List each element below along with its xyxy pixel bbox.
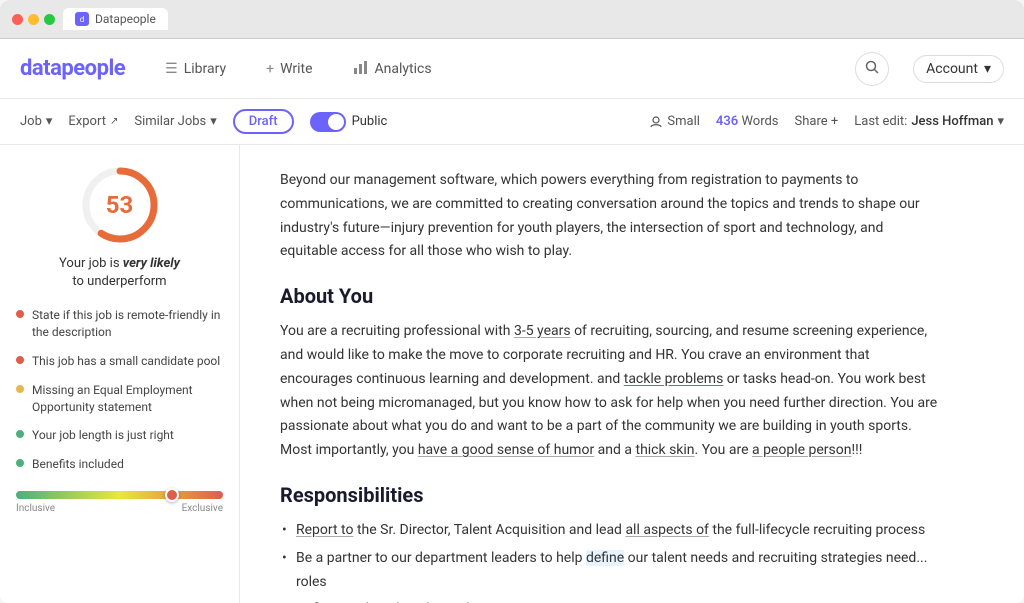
all-aspects-link: all aspects of [625,522,708,538]
similar-jobs-chevron-icon: ▾ [210,114,217,129]
checklist: State if this job is remote-friendly in … [16,307,223,473]
words-number: 436 [716,114,738,129]
score-label: Your job is very likelyto underperform [59,255,180,291]
humor-link: have a good sense of humor [418,442,594,458]
nav-analytics[interactable]: Analytics [345,55,440,83]
maximize-dot[interactable] [44,14,55,25]
yellow-bullet-icon [16,385,24,393]
job-chevron-icon: ▾ [46,114,53,129]
app-container: datapeople ☰ Library + Write Analytics [0,39,1024,603]
top-nav: datapeople ☰ Library + Write Analytics [0,39,1024,99]
intro-paragraph: Beyond our management software, which po… [280,169,940,264]
export-button[interactable]: Export ↗ [68,114,118,129]
similar-jobs-label: Similar Jobs [134,114,206,129]
nav-library[interactable]: ☰ Library [157,57,234,81]
checklist-item-benefits: Benefits included [16,456,223,473]
inclusive-label: Inclusive [16,503,55,514]
nav-library-label: Library [184,61,226,77]
red-bullet-icon [16,310,24,318]
logo[interactable]: datapeople [20,56,125,81]
score-circle: 53 [80,165,160,245]
tab-label: Datapeople [95,12,156,26]
gradient-thumb [165,488,179,502]
checklist-item-eeo: Missing an Equal Employment Opportunity … [16,382,223,416]
checklist-item-length: Your job length is just right [16,427,223,444]
word-count: 436 Words [716,114,779,129]
gradient-bar [16,491,223,499]
browser-tab[interactable]: d Datapeople [63,8,168,30]
public-toggle-container[interactable]: Public [310,112,388,132]
red-bullet-icon [16,356,24,364]
checklist-item-candidate-pool: This job has a small candidate pool [16,353,223,370]
account-label: Account [926,61,978,77]
search-button[interactable] [855,52,889,86]
checklist-length-text: Your job length is just right [32,427,174,444]
account-button[interactable]: Account ▾ [913,55,1004,83]
share-button[interactable]: Share + [795,114,839,129]
people-person-link: a people person [752,442,852,458]
score-container: 53 Your job is very likelyto underperfor… [16,165,223,291]
checklist-eeo-text: Missing an Equal Employment Opportunity … [32,382,223,416]
last-edit: Last edit: Jess Hoffman ▾ [854,114,1004,129]
small-badge: Small [649,114,700,129]
small-label: Small [667,114,700,129]
green-bullet-icon [16,430,24,438]
similar-jobs-menu[interactable]: Similar Jobs ▾ [134,114,216,129]
report-to-link: Report to [296,522,353,538]
gradient-labels: Inclusive Exclusive [16,503,223,514]
chart-icon [353,59,369,79]
search-icon [864,59,880,79]
responsibilities-heading: Responsibilities [280,483,940,507]
editor-content: Beyond our management software, which po… [280,169,940,603]
job-menu[interactable]: Job ▾ [20,114,52,129]
words-label: Words [741,114,778,129]
checklist-candidate-text: This job has a small candidate pool [32,353,220,370]
checklist-item-remote: State if this job is remote-friendly in … [16,307,223,341]
about-paragraph: You are a recruiting professional with 3… [280,320,940,463]
close-dot[interactable] [12,14,23,25]
score-number: 53 [106,191,134,219]
editor-area[interactable]: Beyond our management software, which po… [240,145,1024,603]
nav-write-label: Write [280,61,312,77]
define-highlight: define [586,550,624,566]
responsibility-item-2: Be a partner to our department leaders t… [280,547,940,595]
external-link-icon: ↗ [110,116,118,127]
sidebar: 53 Your job is very likelyto underperfor… [0,145,240,603]
tackle-link: tackle problems [624,371,724,387]
nav-analytics-label: Analytics [375,61,432,77]
exclusive-label: Exclusive [182,503,223,514]
draft-button[interactable]: Draft [233,109,294,134]
export-label: Export [68,114,106,129]
nav-write[interactable]: + Write [258,57,320,81]
main-content: 53 Your job is very likelyto underperfor… [0,145,1024,603]
draft-label: Draft [249,114,278,129]
public-label: Public [352,114,388,129]
responsibilities-list: Report to the Sr. Director, Talent Acqui… [280,519,940,603]
sub-nav-right: Small 436 Words Share + Last edit: Jess … [649,114,1004,129]
tab-favicon: d [75,12,89,26]
browser-chrome: d Datapeople [0,0,1024,39]
thick-skin-link: thick skin [635,442,694,458]
checklist-benefits-text: Benefits included [32,456,124,473]
public-toggle[interactable] [310,112,346,132]
sub-nav: Job ▾ Export ↗ Similar Jobs ▾ Draft Publ… [0,99,1024,145]
responsibility-item-3: Define, track and analyze talent - [280,598,940,603]
browser-traffic-lights [12,14,55,25]
minimize-dot[interactable] [28,14,39,25]
about-heading: About You [280,284,940,308]
green-bullet-icon [16,459,24,467]
checklist-remote-text: State if this job is remote-friendly in … [32,307,223,341]
chevron-down-icon: ▾ [984,61,991,77]
responsibility-item-1: Report to the Sr. Director, Talent Acqui… [280,519,940,543]
job-label: Job [20,114,42,129]
editor-chevron-icon: ▾ [997,114,1004,129]
editor-name: Jess Hoffman [911,114,993,129]
years-link: 3-5 years [514,323,571,339]
plus-icon: + [266,61,274,77]
share-label: Share + [795,114,839,129]
gradient-bar-container: Inclusive Exclusive [16,491,223,514]
menu-icon: ☰ [165,61,178,77]
last-edit-label: Last edit: [854,114,907,129]
